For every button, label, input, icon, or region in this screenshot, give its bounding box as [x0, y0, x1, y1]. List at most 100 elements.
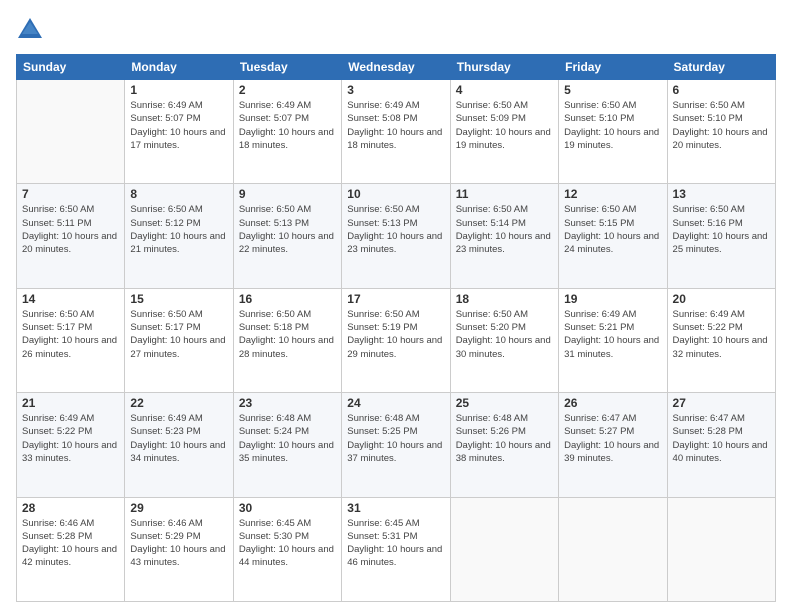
day-cell: 16 Sunrise: 6:50 AMSunset: 5:18 PMDayligh… — [233, 288, 341, 392]
day-info: Sunrise: 6:50 AMSunset: 5:19 PMDaylight:… — [347, 308, 444, 361]
col-header-monday: Monday — [125, 55, 233, 80]
page: SundayMondayTuesdayWednesdayThursdayFrid… — [0, 0, 792, 612]
col-header-thursday: Thursday — [450, 55, 558, 80]
calendar-table: SundayMondayTuesdayWednesdayThursdayFrid… — [16, 54, 776, 602]
day-number: 23 — [239, 396, 336, 410]
day-info: Sunrise: 6:49 AMSunset: 5:22 PMDaylight:… — [673, 308, 770, 361]
day-info: Sunrise: 6:50 AMSunset: 5:17 PMDaylight:… — [22, 308, 119, 361]
day-info: Sunrise: 6:48 AMSunset: 5:25 PMDaylight:… — [347, 412, 444, 465]
day-info: Sunrise: 6:50 AMSunset: 5:16 PMDaylight:… — [673, 203, 770, 256]
day-info: Sunrise: 6:50 AMSunset: 5:10 PMDaylight:… — [564, 99, 661, 152]
day-cell: 28Sunrise: 6:46 AMSunset: 5:28 PMDayligh… — [17, 497, 125, 601]
day-cell: 6 Sunrise: 6:50 AMSunset: 5:10 PMDaylight… — [667, 80, 775, 184]
col-header-tuesday: Tuesday — [233, 55, 341, 80]
day-number: 9 — [239, 187, 336, 201]
day-info: Sunrise: 6:46 AMSunset: 5:29 PMDaylight:… — [130, 517, 227, 570]
day-cell: 14Sunrise: 6:50 AMSunset: 5:17 PMDayligh… — [17, 288, 125, 392]
day-number: 17 — [347, 292, 444, 306]
day-cell: 30 Sunrise: 6:45 AMSunset: 5:30 PMDayligh… — [233, 497, 341, 601]
day-cell: 24 Sunrise: 6:48 AMSunset: 5:25 PMDayligh… — [342, 393, 450, 497]
day-number: 4 — [456, 83, 553, 97]
day-number: 15 — [130, 292, 227, 306]
logo — [16, 16, 48, 44]
day-number: 7 — [22, 187, 119, 201]
day-number: 5 — [564, 83, 661, 97]
day-number: 13 — [673, 187, 770, 201]
logo-icon — [16, 16, 44, 44]
day-cell: 18 Sunrise: 6:50 AMSunset: 5:20 PMDayligh… — [450, 288, 558, 392]
day-info: Sunrise: 6:50 AMSunset: 5:20 PMDaylight:… — [456, 308, 553, 361]
day-number: 6 — [673, 83, 770, 97]
day-info: Sunrise: 6:49 AMSunset: 5:07 PMDaylight:… — [130, 99, 227, 152]
day-cell: 15 Sunrise: 6:50 AMSunset: 5:17 PMDayligh… — [125, 288, 233, 392]
day-cell: 2 Sunrise: 6:49 AMSunset: 5:07 PMDaylight… — [233, 80, 341, 184]
day-info: Sunrise: 6:50 AMSunset: 5:10 PMDaylight:… — [673, 99, 770, 152]
day-info: Sunrise: 6:50 AMSunset: 5:09 PMDaylight:… — [456, 99, 553, 152]
day-cell: 7 Sunrise: 6:50 AMSunset: 5:11 PMDaylight… — [17, 184, 125, 288]
day-number: 19 — [564, 292, 661, 306]
day-info: Sunrise: 6:50 AMSunset: 5:14 PMDaylight:… — [456, 203, 553, 256]
day-cell — [667, 497, 775, 601]
day-cell: 11 Sunrise: 6:50 AMSunset: 5:14 PMDayligh… — [450, 184, 558, 288]
day-cell: 27Sunrise: 6:47 AMSunset: 5:28 PMDayligh… — [667, 393, 775, 497]
day-number: 26 — [564, 396, 661, 410]
day-cell: 12 Sunrise: 6:50 AMSunset: 5:15 PMDayligh… — [559, 184, 667, 288]
day-number: 18 — [456, 292, 553, 306]
day-info: Sunrise: 6:45 AMSunset: 5:30 PMDaylight:… — [239, 517, 336, 570]
week-row-3: 14Sunrise: 6:50 AMSunset: 5:17 PMDayligh… — [17, 288, 776, 392]
week-row-1: 1 Sunrise: 6:49 AMSunset: 5:07 PMDaylight… — [17, 80, 776, 184]
day-cell: 4 Sunrise: 6:50 AMSunset: 5:09 PMDaylight… — [450, 80, 558, 184]
day-number: 2 — [239, 83, 336, 97]
day-cell: 20 Sunrise: 6:49 AMSunset: 5:22 PMDayligh… — [667, 288, 775, 392]
day-cell: 22 Sunrise: 6:49 AMSunset: 5:23 PMDayligh… — [125, 393, 233, 497]
day-info: Sunrise: 6:49 AMSunset: 5:21 PMDaylight:… — [564, 308, 661, 361]
day-cell — [559, 497, 667, 601]
week-row-2: 7 Sunrise: 6:50 AMSunset: 5:11 PMDaylight… — [17, 184, 776, 288]
day-cell — [450, 497, 558, 601]
day-number: 30 — [239, 501, 336, 515]
day-cell: 25 Sunrise: 6:48 AMSunset: 5:26 PMDayligh… — [450, 393, 558, 497]
day-info: Sunrise: 6:45 AMSunset: 5:31 PMDaylight:… — [347, 517, 444, 570]
header — [16, 16, 776, 44]
header-row: SundayMondayTuesdayWednesdayThursdayFrid… — [17, 55, 776, 80]
col-header-sunday: Sunday — [17, 55, 125, 80]
day-info: Sunrise: 6:50 AMSunset: 5:18 PMDaylight:… — [239, 308, 336, 361]
col-header-wednesday: Wednesday — [342, 55, 450, 80]
col-header-saturday: Saturday — [667, 55, 775, 80]
day-number: 11 — [456, 187, 553, 201]
day-cell: 23 Sunrise: 6:48 AMSunset: 5:24 PMDayligh… — [233, 393, 341, 497]
day-info: Sunrise: 6:49 AMSunset: 5:22 PMDaylight:… — [22, 412, 119, 465]
day-info: Sunrise: 6:50 AMSunset: 5:17 PMDaylight:… — [130, 308, 227, 361]
day-number: 1 — [130, 83, 227, 97]
day-info: Sunrise: 6:50 AMSunset: 5:15 PMDaylight:… — [564, 203, 661, 256]
week-row-5: 28Sunrise: 6:46 AMSunset: 5:28 PMDayligh… — [17, 497, 776, 601]
day-cell: 19 Sunrise: 6:49 AMSunset: 5:21 PMDayligh… — [559, 288, 667, 392]
day-number: 22 — [130, 396, 227, 410]
day-info: Sunrise: 6:48 AMSunset: 5:26 PMDaylight:… — [456, 412, 553, 465]
day-info: Sunrise: 6:50 AMSunset: 5:13 PMDaylight:… — [347, 203, 444, 256]
col-header-friday: Friday — [559, 55, 667, 80]
day-cell: 29 Sunrise: 6:46 AMSunset: 5:29 PMDayligh… — [125, 497, 233, 601]
day-number: 24 — [347, 396, 444, 410]
day-number: 28 — [22, 501, 119, 515]
day-number: 25 — [456, 396, 553, 410]
day-number: 12 — [564, 187, 661, 201]
day-cell: 13 Sunrise: 6:50 AMSunset: 5:16 PMDayligh… — [667, 184, 775, 288]
day-info: Sunrise: 6:50 AMSunset: 5:11 PMDaylight:… — [22, 203, 119, 256]
day-number: 16 — [239, 292, 336, 306]
day-cell: 3Sunrise: 6:49 AMSunset: 5:08 PMDaylight… — [342, 80, 450, 184]
day-info: Sunrise: 6:50 AMSunset: 5:13 PMDaylight:… — [239, 203, 336, 256]
day-cell: 21Sunrise: 6:49 AMSunset: 5:22 PMDayligh… — [17, 393, 125, 497]
day-info: Sunrise: 6:49 AMSunset: 5:07 PMDaylight:… — [239, 99, 336, 152]
day-info: Sunrise: 6:48 AMSunset: 5:24 PMDaylight:… — [239, 412, 336, 465]
day-info: Sunrise: 6:49 AMSunset: 5:08 PMDaylight:… — [347, 99, 444, 152]
day-info: Sunrise: 6:49 AMSunset: 5:23 PMDaylight:… — [130, 412, 227, 465]
day-number: 20 — [673, 292, 770, 306]
day-number: 29 — [130, 501, 227, 515]
day-info: Sunrise: 6:47 AMSunset: 5:27 PMDaylight:… — [564, 412, 661, 465]
day-number: 31 — [347, 501, 444, 515]
day-cell: 26 Sunrise: 6:47 AMSunset: 5:27 PMDayligh… — [559, 393, 667, 497]
day-cell — [17, 80, 125, 184]
day-cell: 10Sunrise: 6:50 AMSunset: 5:13 PMDayligh… — [342, 184, 450, 288]
day-number: 8 — [130, 187, 227, 201]
